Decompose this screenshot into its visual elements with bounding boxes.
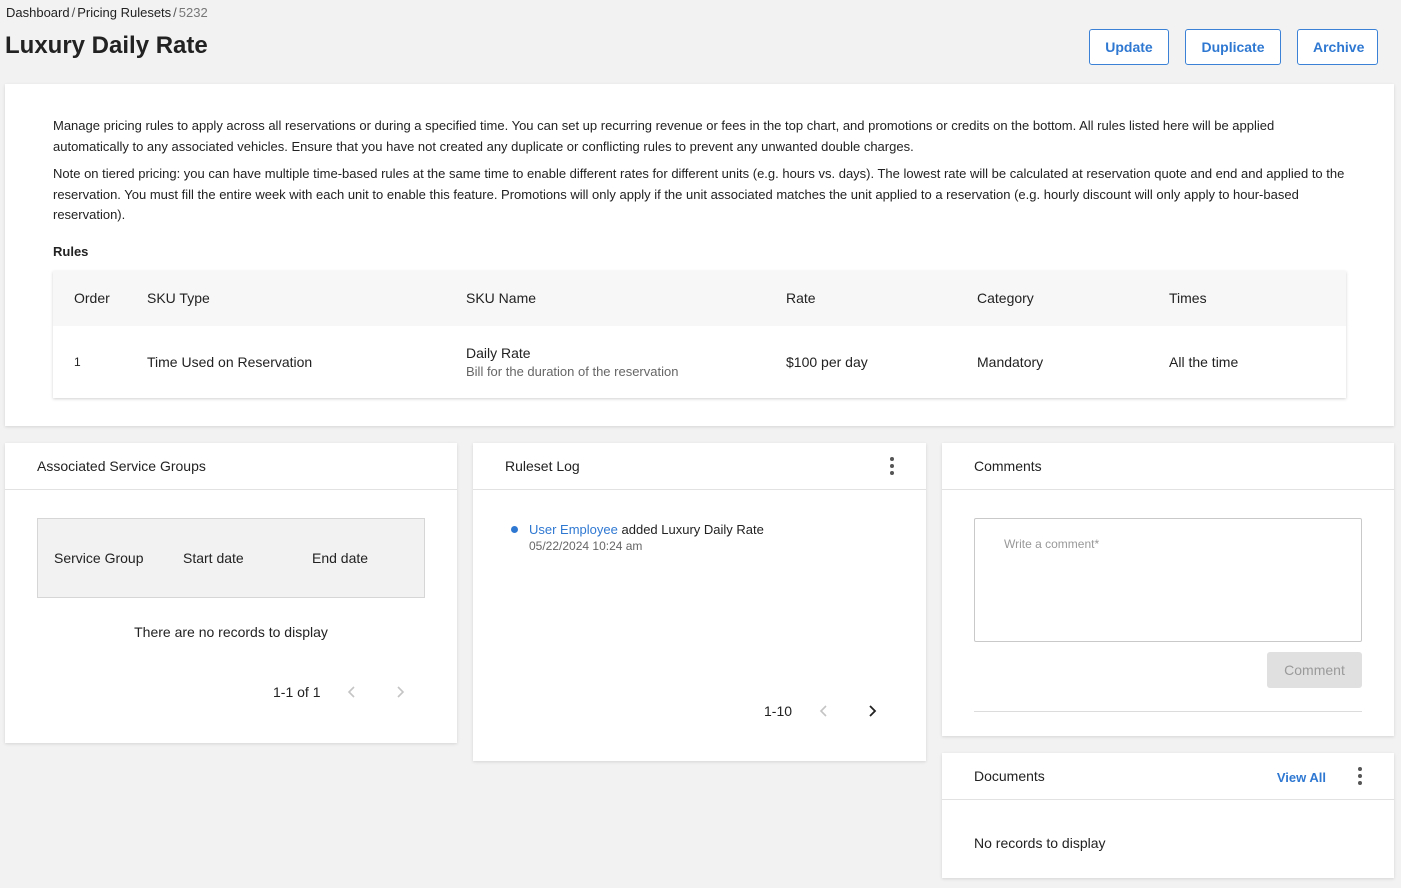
service-groups-table-header: Service Group Start date End date: [37, 518, 425, 598]
breadcrumb-current: 5232: [178, 5, 208, 20]
bullet-icon: [511, 526, 518, 533]
comments-card: Comments Comment: [942, 443, 1394, 736]
page-root: Dashboard / Pricing Rulesets / 5232 Luxu…: [0, 0, 1401, 888]
log-user-link[interactable]: User Employee: [529, 522, 618, 537]
log-target: Luxury Daily Rate: [661, 522, 764, 537]
column-header-end-date: End date: [312, 550, 369, 566]
associated-service-groups-card: Associated Service Groups Service Group …: [5, 443, 457, 743]
rule-category: Mandatory: [977, 353, 1044, 370]
breadcrumb-separator: /: [71, 5, 76, 20]
breadcrumb-pricing-rulesets[interactable]: Pricing Rulesets: [77, 5, 171, 20]
log-pagination: 1-10: [764, 703, 878, 719]
more-vertical-icon[interactable]: [890, 457, 894, 475]
column-header-sku-name: SKU Name: [466, 290, 537, 306]
rules-table-header: Order SKU Type SKU Name Rate Category Ti…: [53, 270, 1346, 326]
more-vertical-icon[interactable]: [1358, 767, 1362, 785]
rules-table: Order SKU Type SKU Name Rate Category Ti…: [53, 270, 1346, 398]
log-entry: User Employee added Luxury Daily Rate 05…: [511, 522, 764, 553]
rule-order: 1: [74, 354, 81, 369]
card-header: Ruleset Log: [473, 443, 926, 490]
rule-sku-name-cell: Daily Rate Bill for the duration of the …: [466, 326, 786, 398]
card-title: Associated Service Groups: [5, 443, 457, 490]
ruleset-details-card: Manage pricing rules to apply across all…: [5, 84, 1394, 426]
rule-rate: $100 per day: [786, 353, 868, 370]
breadcrumb-dashboard[interactable]: Dashboard: [6, 5, 70, 20]
service-groups-pagination: 1-1 of 1: [273, 684, 406, 700]
comment-input[interactable]: [974, 518, 1362, 642]
column-header-sku-type: SKU Type: [147, 290, 210, 306]
log-entry-text: User Employee added Luxury Daily Rate: [529, 522, 764, 537]
pagination-range: 1-10: [764, 703, 793, 719]
card-title: Ruleset Log: [505, 458, 580, 474]
log-action: added: [621, 522, 658, 537]
table-row[interactable]: 1 Time Used on Reservation Daily Rate Bi…: [53, 325, 1346, 398]
log-timestamp: 05/22/2024 10:24 am: [529, 539, 643, 553]
archive-button[interactable]: Archive: [1297, 29, 1378, 65]
rule-sku-name: Daily Rate: [466, 344, 531, 361]
tiered-pricing-note: Note on tiered pricing: you can have mul…: [53, 166, 1345, 222]
ruleset-log-card: Ruleset Log User Employee added Luxury D…: [473, 443, 926, 761]
empty-state: No records to display: [974, 835, 1106, 851]
duplicate-button[interactable]: Duplicate: [1185, 29, 1281, 65]
update-button[interactable]: Update: [1089, 29, 1169, 65]
card-title: Documents: [974, 768, 1045, 784]
column-header-times: Times: [1169, 290, 1207, 306]
view-all-link[interactable]: View All: [1277, 770, 1326, 785]
rules-label: Rules: [53, 243, 89, 259]
chevron-right-icon[interactable]: [866, 705, 878, 717]
rule-sku-type: Time Used on Reservation: [147, 353, 313, 370]
column-header-category: Category: [977, 290, 1034, 306]
card-title: Comments: [942, 443, 1394, 490]
divider: [974, 711, 1362, 712]
description-paragraph: Manage pricing rules to apply across all…: [53, 118, 1275, 154]
empty-state: There are no records to display: [134, 624, 328, 640]
column-header-order: Order: [74, 290, 110, 306]
column-header-service-group: Service Group: [54, 550, 144, 566]
chevron-left-icon[interactable]: [818, 705, 830, 717]
comment-button[interactable]: Comment: [1267, 652, 1362, 688]
header-actions: Update Duplicate Archive: [1089, 29, 1378, 65]
breadcrumb: Dashboard / Pricing Rulesets / 5232: [6, 5, 208, 20]
rule-sku-description: Bill for the duration of the reservation: [466, 363, 679, 379]
pagination-range: 1-1 of 1: [273, 684, 321, 700]
breadcrumb-separator: /: [173, 5, 177, 20]
card-header: Documents: [942, 753, 1394, 800]
page-title: Luxury Daily Rate: [5, 32, 208, 59]
column-header-start-date: Start date: [183, 550, 244, 566]
chevron-right-icon[interactable]: [394, 686, 406, 698]
chevron-left-icon[interactable]: [346, 686, 358, 698]
documents-card: Documents View All No records to display: [942, 753, 1394, 878]
column-header-rate: Rate: [786, 290, 816, 306]
rule-times: All the time: [1169, 353, 1239, 370]
